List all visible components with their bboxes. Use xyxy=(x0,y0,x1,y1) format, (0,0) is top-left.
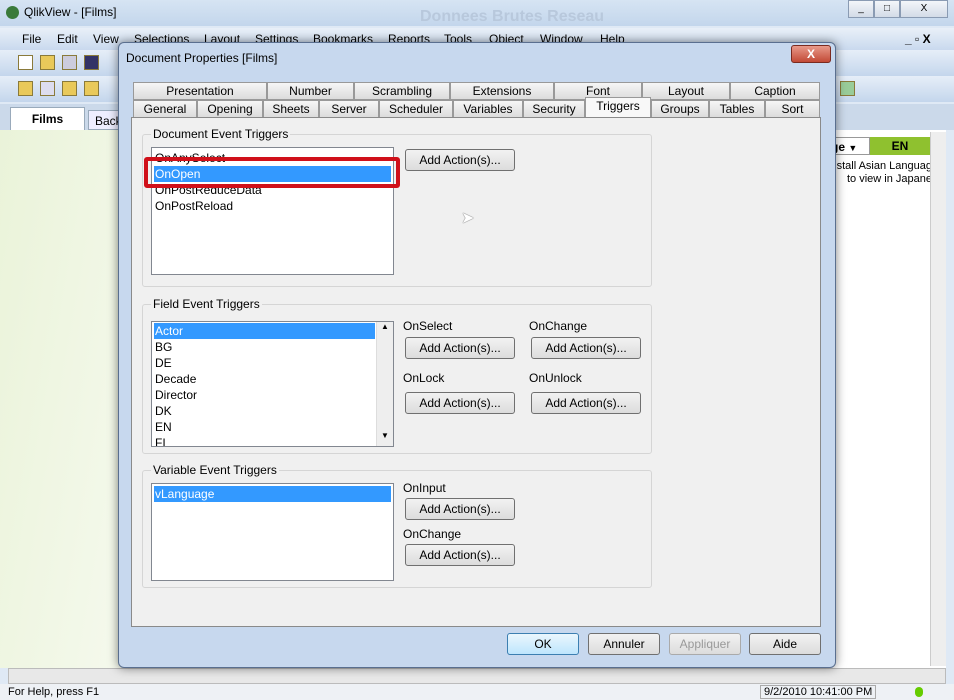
menu-file[interactable]: File xyxy=(22,32,41,46)
save-icon[interactable] xyxy=(84,55,99,70)
dialog-title: Document Properties [Films] xyxy=(126,51,278,65)
tab-sheets[interactable]: Sheets xyxy=(263,100,319,118)
tab-variables[interactable]: Variables xyxy=(453,100,523,118)
on-select-label: OnSelect xyxy=(403,319,453,333)
tab-number[interactable]: Number xyxy=(267,82,354,100)
vertical-scrollbar[interactable] xyxy=(930,132,946,666)
status-help-text: For Help, press F1 xyxy=(8,686,100,698)
list-item-selected[interactable]: vLanguage xyxy=(154,486,391,502)
help-button[interactable]: Aide xyxy=(749,633,821,655)
status-indicator-icon xyxy=(915,687,923,697)
ok-button[interactable]: OK xyxy=(507,633,579,655)
mdi-controls[interactable]: _ ▫ X xyxy=(905,32,931,46)
list-item[interactable]: FI xyxy=(154,435,391,446)
document-properties-dialog: Document Properties [Films] X Presentati… xyxy=(118,42,836,668)
minimize-button[interactable]: _ xyxy=(848,0,874,18)
fields-list[interactable]: Actor BG DE Decade Director DK EN FI ▲ ▼ xyxy=(151,321,394,447)
list-item[interactable]: Decade xyxy=(154,371,391,387)
edit-icon[interactable] xyxy=(84,81,99,96)
document-add-actions-button[interactable]: Add Action(s)... xyxy=(405,149,515,171)
tab-groups[interactable]: Groups xyxy=(651,100,709,118)
tab-security[interactable]: Security xyxy=(523,100,585,118)
menu-edit[interactable]: Edit xyxy=(57,32,78,46)
list-item[interactable]: DE xyxy=(154,355,391,371)
variable-event-triggers-group: Variable Event Triggers vLanguage OnInpu… xyxy=(142,463,652,588)
group-label: Field Event Triggers xyxy=(151,297,262,311)
tab-extensions[interactable]: Extensions xyxy=(450,82,554,100)
background-title: Donnees Brutes Reseau xyxy=(420,8,605,25)
new-sheet-icon[interactable] xyxy=(18,81,33,96)
var-on-change-label: OnChange xyxy=(403,527,462,541)
language-note: nstall Asian Languag to view in Japane xyxy=(828,160,932,186)
reload-icon[interactable] xyxy=(62,55,77,70)
qlikview-logo-icon xyxy=(6,6,19,19)
close-app-button[interactable]: X xyxy=(900,0,948,18)
mouse-cursor-icon: ➤ xyxy=(461,210,475,227)
list-item-selected[interactable]: Actor xyxy=(154,323,375,339)
var-onchange-add-actions-button[interactable]: Add Action(s)... xyxy=(405,544,515,566)
onlock-add-actions-button[interactable]: Add Action(s)... xyxy=(405,392,515,414)
app-title: QlikView - [Films] xyxy=(24,5,117,19)
tab-sort[interactable]: Sort xyxy=(765,100,820,118)
on-lock-label: OnLock xyxy=(403,371,445,385)
dialog-close-button[interactable]: X xyxy=(791,45,831,63)
app-titlebar: QlikView - [Films] Donnees Brutes Reseau… xyxy=(0,0,954,26)
tab-presentation[interactable]: Presentation xyxy=(133,82,267,100)
tab-general[interactable]: General xyxy=(133,100,197,118)
group-label: Variable Event Triggers xyxy=(151,463,279,477)
triggers-panel: Document Event Triggers OnAnySelect OnOp… xyxy=(131,117,821,627)
on-unlock-label: OnUnlock xyxy=(529,371,582,385)
annotation-highlight-box xyxy=(144,157,400,188)
fields-list-scrollbar[interactable]: ▲ ▼ xyxy=(376,322,393,446)
list-item[interactable]: BG xyxy=(154,339,391,355)
cancel-button[interactable]: Annuler xyxy=(588,633,660,655)
forward-icon[interactable] xyxy=(62,81,77,96)
new-document-icon[interactable] xyxy=(18,55,33,70)
tab-caption[interactable]: Caption xyxy=(730,82,820,100)
list-item[interactable]: OnPostReload xyxy=(154,198,391,214)
tab-triggers[interactable]: Triggers xyxy=(585,97,651,117)
open-folder-icon[interactable] xyxy=(40,55,55,70)
onselect-add-actions-button[interactable]: Add Action(s)... xyxy=(405,337,515,359)
group-label: Document Event Triggers xyxy=(151,127,291,141)
language-value-en[interactable]: EN xyxy=(870,137,930,155)
apply-button[interactable]: Appliquer xyxy=(669,633,741,655)
tab-opening[interactable]: Opening xyxy=(197,100,263,118)
onunlock-add-actions-button[interactable]: Add Action(s)... xyxy=(531,392,641,414)
note-line: to view in Japane xyxy=(847,173,932,185)
note-line: nstall Asian Languag xyxy=(830,160,932,172)
menu-view[interactable]: View xyxy=(93,32,119,46)
status-bar: For Help, press F1 9/2/2010 10:41:00 PM xyxy=(0,684,954,700)
list-item[interactable]: DK xyxy=(154,403,391,419)
tab-tables[interactable]: Tables xyxy=(709,100,765,118)
list-item[interactable]: Director xyxy=(154,387,391,403)
horizontal-scrollbar[interactable] xyxy=(8,668,946,684)
oninput-add-actions-button[interactable]: Add Action(s)... xyxy=(405,498,515,520)
server-icon[interactable] xyxy=(840,81,855,96)
variables-list[interactable]: vLanguage xyxy=(151,483,394,581)
tab-server[interactable]: Server xyxy=(319,100,379,118)
onchange-add-actions-button[interactable]: Add Action(s)... xyxy=(531,337,641,359)
status-datetime: 9/2/2010 10:41:00 PM xyxy=(760,685,877,699)
back-icon[interactable] xyxy=(40,81,55,96)
list-item[interactable]: EN xyxy=(154,419,391,435)
dropdown-arrow-icon[interactable]: ▼ xyxy=(848,143,857,153)
on-change-label: OnChange xyxy=(529,319,588,333)
tab-scrambling[interactable]: Scrambling xyxy=(354,82,450,100)
sheet-tab-films[interactable]: Films xyxy=(10,107,85,131)
on-input-label: OnInput xyxy=(403,481,446,495)
tab-layout[interactable]: Layout xyxy=(642,82,730,100)
field-event-triggers-group: Field Event Triggers Actor BG DE Decade … xyxy=(142,297,652,454)
tab-scheduler[interactable]: Scheduler xyxy=(379,100,453,118)
maximize-button[interactable]: □ xyxy=(874,0,900,18)
